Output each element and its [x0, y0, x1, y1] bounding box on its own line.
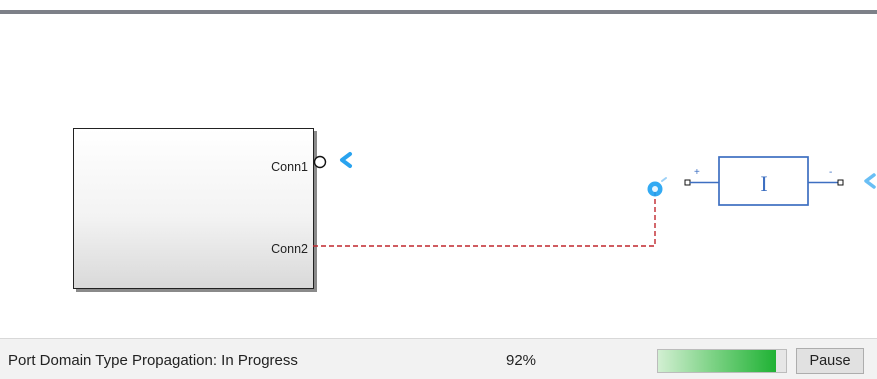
progress-percent: 92%: [506, 352, 537, 369]
floating-connection-port[interactable]: [647, 177, 667, 197]
model-canvas[interactable]: Conn1 Conn2 + I -: [0, 14, 877, 338]
conn1-highlight-chevron-icon: [340, 152, 352, 168]
conn1-port-circle[interactable]: [313, 155, 327, 169]
electrical-component[interactable]: + I -: [684, 156, 844, 206]
component-minus-label: -: [829, 167, 832, 178]
pause-button[interactable]: Pause: [796, 348, 864, 374]
progress-bar: [657, 349, 787, 373]
component-plus-label: +: [694, 167, 700, 178]
diagram-overlay: + I -: [313, 152, 876, 247]
dashed-connection-line[interactable]: [313, 189, 656, 247]
component-symbol: I: [760, 171, 767, 196]
component-highlight-chevron-icon: [864, 173, 876, 189]
status-message: Port Domain Type Propagation: In Progres…: [8, 352, 298, 369]
status-bar: Port Domain Type Propagation: In Progres…: [0, 338, 877, 379]
progress-fill: [658, 350, 776, 372]
